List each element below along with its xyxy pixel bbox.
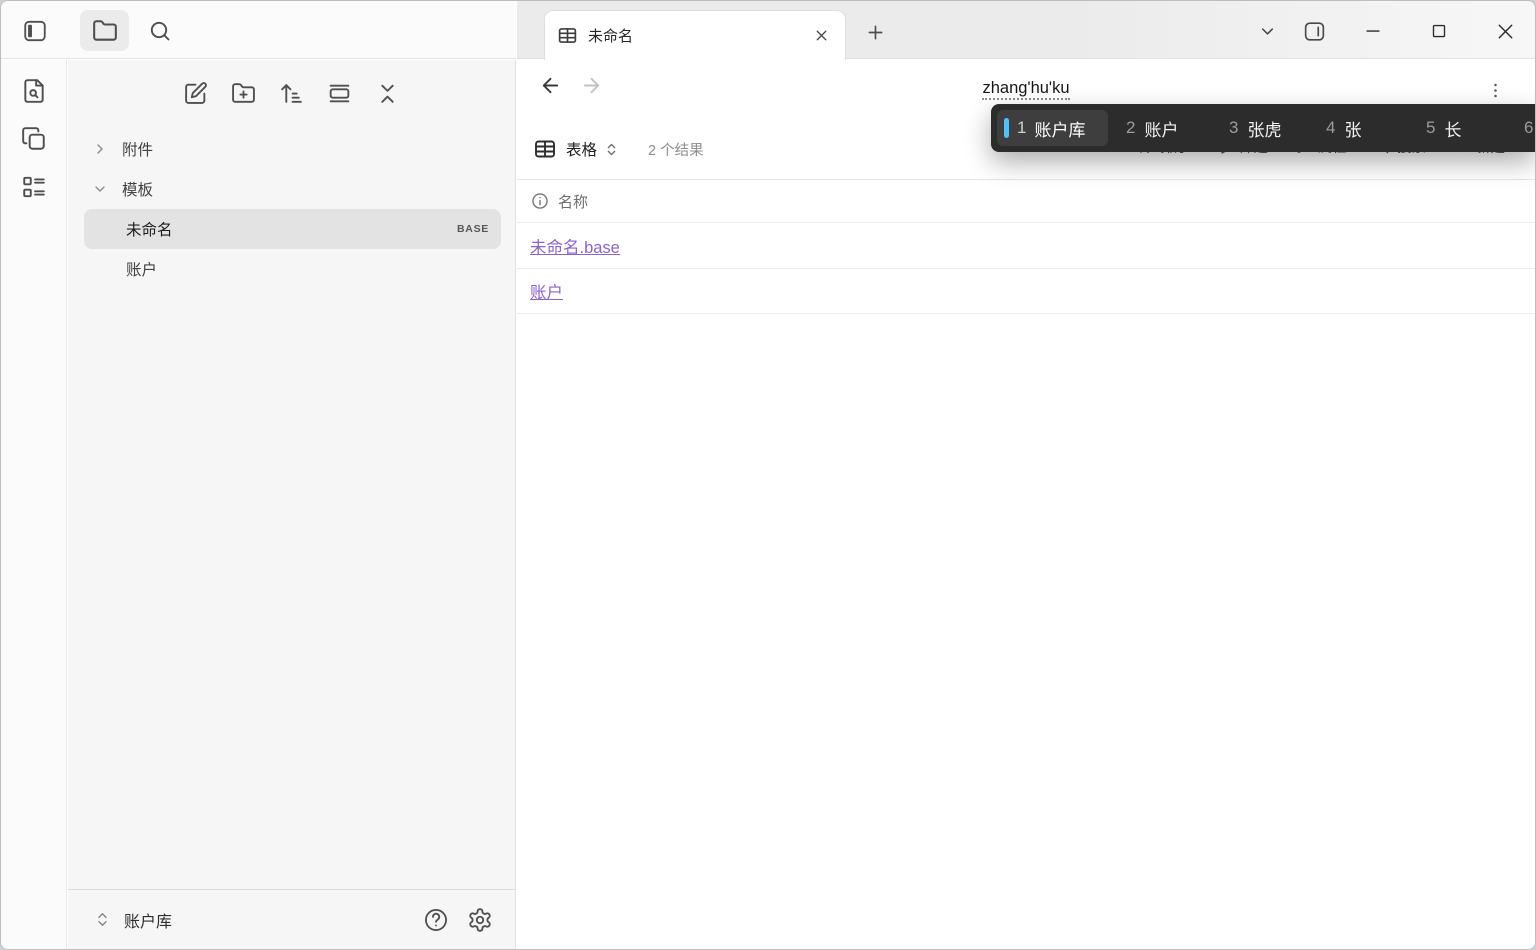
ribbon [1,60,67,949]
table-view-icon [533,137,557,161]
vault-bar: 账户库 [68,889,515,949]
app-window: 附件 模板 未命名 BASE 账户 账户库 未命名 zhang'hu'ku 表格… [0,0,1536,950]
table-row[interactable]: 未命名.base [517,224,1535,269]
ime-candidate[interactable]: 2 账户 [1126,104,1178,152]
sort-order-icon[interactable] [279,80,305,106]
chevron-right-icon[interactable] [92,141,118,157]
tab-untitled[interactable]: 未命名 [544,10,846,60]
table-row[interactable]: 账户 [517,269,1535,314]
result-count: 2 个结果 [648,142,704,159]
search-icon [148,19,172,43]
ime-selection-accent-bar [1004,118,1009,138]
panel-left-icon [22,18,48,44]
tree-item-file-account[interactable]: 账户 [84,249,501,289]
table-icon [557,25,578,46]
tree-item-file-untitled-base[interactable]: 未命名 BASE [84,209,501,249]
minimize-button[interactable] [1358,16,1388,46]
view-header-title[interactable]: zhang'hu'ku [637,79,1415,100]
toggle-left-sidebar-button[interactable] [19,15,51,47]
explorer-toolbar [68,60,515,106]
tab-bar: 未命名 [517,1,1535,60]
file-extension-badge: BASE [457,223,489,235]
close-tab-icon[interactable] [809,24,833,48]
tree-item-folder-attachments[interactable]: 附件 [84,129,501,169]
search-tab-button[interactable] [142,13,178,49]
ime-candidate[interactable]: 4 张 [1326,104,1361,152]
ime-candidate[interactable]: 5 长 [1426,104,1461,152]
files-tab-button[interactable] [80,10,129,51]
new-tab-button[interactable] [861,18,889,46]
tree-item-label: 账户 [126,262,158,279]
vault-switcher-button[interactable] [94,911,111,928]
ime-candidate-text: 账户库 [1034,120,1086,140]
file-tree: 附件 模板 未命名 BASE 账户 [68,129,515,289]
main-pane: zhang'hu'ku 表格 2 个结果 排序 [517,60,1535,949]
table-body: 未命名.base 账户 [517,224,1535,314]
chevron-down-icon[interactable] [92,181,118,197]
tab-list-button[interactable] [1252,16,1282,46]
copy-pages-icon[interactable] [21,126,47,152]
settings-button[interactable] [467,907,493,933]
layout-list-icon[interactable] [21,174,47,200]
file-link-untitled-base[interactable]: 未命名.base [530,234,620,258]
help-button[interactable] [423,907,449,933]
new-folder-icon[interactable] [231,80,257,106]
ime-candidate-selected[interactable]: 1 账户库 [997,110,1108,146]
navigate-back-button[interactable] [539,74,562,97]
close-window-button[interactable] [1490,16,1520,46]
collapse-all-icon[interactable] [375,80,401,106]
tree-item-label: 未命名 [126,222,173,239]
navigate-forward-button[interactable] [580,74,603,97]
toggle-right-sidebar-button[interactable] [1299,16,1329,46]
file-link-account[interactable]: 账户 [530,279,563,303]
new-note-icon[interactable] [183,80,209,106]
tree-item-label: 附件 [122,142,154,159]
view-selector[interactable]: 表格 2 个结果 [533,130,704,168]
chevrons-up-down-icon [604,142,619,157]
ime-candidate[interactable]: 3 张虎 [1229,104,1281,152]
view-name: 表格 [566,142,598,159]
info-icon [531,192,549,210]
file-explorer: 附件 模板 未命名 BASE 账户 账户库 [68,60,516,949]
left-titlebar [1,1,516,59]
column-header-name: 名称 [558,193,589,211]
vault-name[interactable]: 账户库 [124,908,172,932]
tree-item-label: 模板 [122,182,154,199]
folder-icon [92,18,118,44]
ime-candidate-index: 1 [1017,118,1027,137]
galley-view-icon[interactable] [327,80,353,106]
ime-candidate-window: 1 账户库 2 账户 3 张虎 4 张 5 长 6 [991,104,1535,152]
file-search-icon[interactable] [21,78,47,104]
tree-item-folder-templates[interactable]: 模板 [84,169,501,209]
maximize-button[interactable] [1424,16,1454,46]
more-options-button[interactable] [1481,76,1509,104]
ime-candidate[interactable]: 6 [1524,104,1535,152]
ime-composition-text[interactable]: zhang'hu'ku [982,79,1070,100]
tab-title: 未命名 [588,28,634,45]
table-header-row[interactable]: 名称 [517,180,1535,223]
